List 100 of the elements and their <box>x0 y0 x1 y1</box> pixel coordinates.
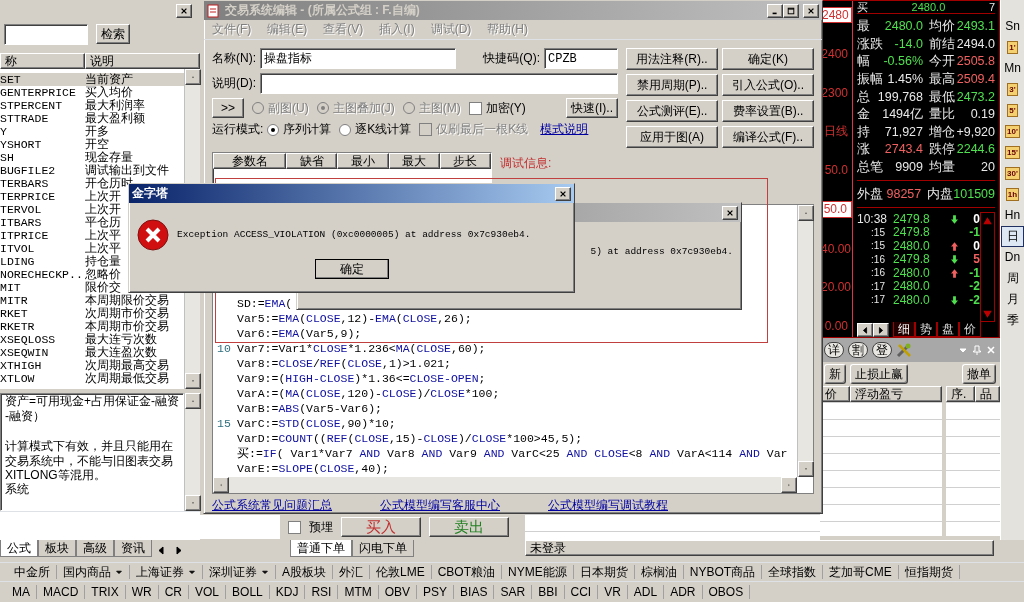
scroll-right-button[interactable] <box>781 477 797 493</box>
cancel-button[interactable]: 撤单 <box>962 363 996 385</box>
radio-button[interactable] <box>267 123 280 136</box>
scroll-down-button[interactable] <box>185 373 201 390</box>
column-header[interactable]: 序. <box>946 386 975 403</box>
caret-icon[interactable] <box>261 568 269 576</box>
toolbar-button[interactable]: PSY <box>417 584 455 600</box>
toolbar-button[interactable]: WR <box>125 584 159 600</box>
period-button[interactable]: 15' <box>1005 146 1020 159</box>
side-button[interactable]: 禁用周期(P).. <box>626 74 718 96</box>
column-header[interactable]: 参数名 <box>213 153 287 170</box>
toolbar-button[interactable]: 伦敦LME <box>370 564 432 580</box>
side-button[interactable]: 用法注释(R).. <box>626 48 718 70</box>
column-header[interactable]: 品 <box>974 386 1000 403</box>
action-button[interactable]: 新 <box>824 363 846 385</box>
toolbar-button[interactable]: 国内商品 <box>57 564 130 580</box>
scrollbar[interactable] <box>797 205 813 477</box>
period-button[interactable]: Sn <box>1005 19 1020 34</box>
close-icon[interactable] <box>180 7 188 15</box>
shortcut-field[interactable]: CPZB <box>544 48 618 69</box>
period-button[interactable]: Mn <box>1004 61 1021 76</box>
toolbar-button[interactable]: CBOT粮油 <box>431 564 503 580</box>
buy-button[interactable]: 买入 <box>341 517 421 537</box>
list-row[interactable]: RKET 次周期市价交易 <box>0 307 184 321</box>
list-row[interactable]: XTLOW 次周期最低交易 <box>0 372 184 386</box>
list-row[interactable]: YSHORT 开空 <box>0 138 184 152</box>
expand-button[interactable]: >> <box>212 98 244 119</box>
period-button[interactable]: Hn <box>1004 208 1021 223</box>
encrypt-checkbox[interactable] <box>468 101 482 115</box>
list-row[interactable]: STPERCENT 最大利润率 <box>0 99 184 113</box>
toolbar-button[interactable]: BOLL <box>226 584 270 600</box>
close-button[interactable] <box>176 4 192 18</box>
list-row[interactable]: XSEQLOSS 最大连亏次数 <box>0 333 184 347</box>
toolbar-button[interactable]: MA <box>6 584 37 600</box>
mode-help-link[interactable]: 模式说明 <box>540 122 589 137</box>
period-button[interactable]: 5' <box>1007 104 1018 117</box>
scroll-left-button[interactable] <box>213 477 229 493</box>
scroll-up-button[interactable] <box>185 393 201 410</box>
scrollbar[interactable] <box>184 393 200 512</box>
scroll-up-icon[interactable] <box>982 214 993 226</box>
scroll-up-button[interactable] <box>185 69 201 86</box>
list-row[interactable]: XTHIGH 次周期最高交易 <box>0 359 184 373</box>
help-link[interactable]: 公式模型编写调试教程 <box>548 498 668 513</box>
period-button[interactable]: 1' <box>1007 41 1018 54</box>
scrollbar[interactable] <box>980 211 995 322</box>
list-row[interactable]: SH 现金存量 <box>0 151 184 165</box>
list-row[interactable]: MITR 本周期限价交易 <box>0 294 184 308</box>
toolbar-button[interactable]: VOL <box>189 584 227 600</box>
maximize-button[interactable] <box>783 3 799 18</box>
scroll-down-button[interactable] <box>185 495 201 512</box>
list-row[interactable]: BUGFILE2 调试输出到文件 <box>0 164 184 178</box>
list-row[interactable]: Y 开多 <box>0 125 184 139</box>
scroll-right-icon[interactable] <box>174 545 184 555</box>
period-button[interactable]: 3' <box>1007 83 1018 96</box>
toolbar-button[interactable]: SAR <box>494 584 533 600</box>
period-button[interactable]: Dn <box>1004 250 1021 265</box>
tab[interactable]: 公式 <box>0 540 38 558</box>
toolbar-button[interactable]: ADR <box>664 584 703 600</box>
list-row[interactable]: XSEQWIN 最大连盈次数 <box>0 346 184 360</box>
toolbar-button[interactable]: RSI <box>305 584 339 600</box>
list-row[interactable]: RKETR 本周期市价交易 <box>0 320 184 334</box>
side-button[interactable]: 费率设置(B).. <box>722 100 814 122</box>
tab[interactable]: 闪电下单 <box>352 540 414 558</box>
column-header[interactable]: 称 <box>0 53 85 70</box>
help-link[interactable]: 公式模型编写客服中心 <box>380 498 500 513</box>
tab[interactable]: 势 <box>915 321 937 338</box>
close-button[interactable] <box>555 186 571 201</box>
period-button[interactable]: 10' <box>1005 125 1020 138</box>
toolbar-button[interactable]: TRIX <box>85 584 126 600</box>
toolbar-button[interactable]: 上海证券 <box>130 564 203 580</box>
minimize-button[interactable] <box>767 3 783 18</box>
toolbar-button[interactable]: NYBOT商品 <box>683 564 763 580</box>
list-row[interactable]: STTRADE 最大盈利额 <box>0 112 184 126</box>
toolbar-button[interactable]: MTM <box>338 584 379 600</box>
toolbar-button[interactable]: BBI <box>532 584 565 600</box>
period-button[interactable]: 30' <box>1005 167 1020 180</box>
list-row[interactable]: GENTERPRICE 买入均价 <box>0 86 184 100</box>
scroll-right-button[interactable] <box>873 322 889 337</box>
search-field[interactable] <box>4 23 88 45</box>
quick-button[interactable]: 快速(I).. <box>566 98 618 119</box>
column-header[interactable]: 最大 <box>388 153 440 170</box>
tab[interactable]: 板块 <box>38 540 76 558</box>
radio-button[interactable] <box>339 123 352 136</box>
toolbar-button[interactable]: BIAS <box>454 584 495 600</box>
close-icon[interactable] <box>726 208 734 217</box>
name-field[interactable]: 操盘指标 <box>260 48 456 69</box>
caret-icon[interactable] <box>115 568 123 576</box>
toolbar-button[interactable]: 深圳证券 <box>203 564 276 580</box>
toolbar-button[interactable]: A股板块 <box>276 564 333 580</box>
toolbar-button[interactable]: CCI <box>564 584 599 600</box>
column-header[interactable]: 最小 <box>337 153 389 170</box>
toolbar-button[interactable]: KDJ <box>269 584 306 600</box>
toolbar-button[interactable]: 芝加哥CME <box>823 564 899 580</box>
tab[interactable]: 普通下单 <box>290 540 352 558</box>
column-header[interactable]: 缺省 <box>286 153 338 170</box>
search-button[interactable]: 检索 <box>96 23 130 45</box>
toolbar-button[interactable]: OBV <box>378 584 418 600</box>
scroll-left-icon[interactable] <box>156 545 166 555</box>
column-header[interactable]: 步长 <box>439 153 491 170</box>
tab[interactable]: 盘 <box>937 321 959 338</box>
